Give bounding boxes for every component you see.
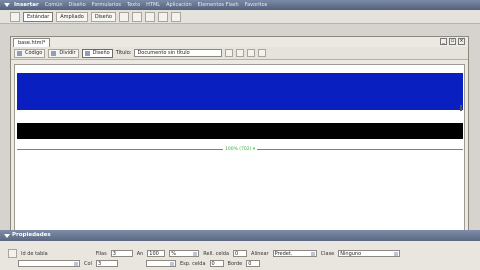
expanded-mode-button[interactable]: Ampliado	[56, 11, 88, 22]
close-icon[interactable]: ×	[458, 38, 465, 45]
insert-tab-flash[interactable]: Elementos Flash	[198, 2, 239, 8]
code-view-label: Código	[25, 50, 43, 56]
document-tab[interactable]: base.html*	[13, 38, 51, 47]
toolbar-gap	[0, 24, 480, 36]
title-input[interactable]: Documento sin título	[134, 49, 223, 57]
document-toolbar: Código Dividir Diseño Título: Documento …	[11, 47, 468, 60]
insert-tab-texto[interactable]: Texto	[127, 2, 140, 8]
file-management-icon[interactable]	[225, 49, 234, 57]
properties-row-1: Id de tabla Filas 3 An 100 % Rell. celda…	[8, 249, 401, 258]
layout-mode-button[interactable]: Diseño	[90, 11, 116, 22]
properties-panel-header[interactable]: Propiedades	[0, 230, 480, 241]
blue-banner-cell[interactable]	[17, 73, 463, 110]
border-field[interactable]: 0	[246, 260, 261, 267]
collapse-arrow-icon[interactable]	[4, 234, 10, 238]
insert-tab-formularios[interactable]: Formularios	[92, 2, 121, 8]
table-width-indicator: 100% (702) ▾	[17, 147, 463, 155]
object-toolbar: Estándar Ampliado Diseño	[0, 10, 480, 24]
border-label: Borde	[227, 260, 243, 267]
properties-title: Propiedades	[12, 232, 51, 238]
title-label: Título:	[115, 50, 132, 56]
table-row-icon[interactable]	[144, 11, 155, 22]
insert-tab-html[interactable]: HTML	[146, 2, 160, 8]
standard-mode-button[interactable]: Estándar	[23, 11, 54, 22]
table-icon	[8, 249, 17, 258]
window-controls: _ ▫ ×	[440, 38, 465, 45]
width-unit-select[interactable]: %	[169, 250, 200, 257]
align-label: Alinear	[251, 250, 269, 257]
properties-panel: Id de tabla Filas 3 An 100 % Rell. celda…	[0, 241, 480, 270]
width-label: An	[136, 250, 144, 257]
split-view-button[interactable]: Dividir	[48, 48, 79, 58]
insert-tab-diseno[interactable]: Diseño	[69, 2, 86, 8]
rows-field[interactable]: 3	[110, 250, 133, 257]
table-id-label: Id de tabla	[21, 250, 48, 257]
split-view-label: Dividir	[59, 50, 76, 56]
cell-padding-field[interactable]: 0	[233, 250, 248, 257]
cell-spacing-field[interactable]: 0	[209, 260, 224, 267]
cell-spacing-label: Esp. celda	[179, 260, 206, 267]
class-label: Clase	[320, 250, 335, 257]
draw-cell-icon[interactable]	[131, 11, 142, 22]
width-field[interactable]: 100	[147, 250, 166, 257]
frameset-icon[interactable]	[170, 11, 181, 22]
view-options-icon[interactable]	[258, 49, 267, 57]
code-icon	[17, 50, 22, 56]
resize-handle[interactable]	[460, 105, 462, 111]
refresh-icon[interactable]	[247, 49, 256, 57]
height-unit-select[interactable]	[145, 260, 176, 267]
table-width-label[interactable]: 100% (702) ▾	[223, 147, 258, 152]
restore-icon[interactable]: ▫	[449, 38, 456, 45]
rows-label: Filas	[95, 250, 107, 257]
insert-tab-comun[interactable]: Común	[45, 2, 63, 8]
code-view-button[interactable]: Código	[14, 48, 46, 58]
align-select[interactable]: Predet.	[272, 250, 317, 257]
split-icon	[51, 50, 57, 56]
table-column-icon[interactable]	[157, 11, 168, 22]
draw-layer-icon[interactable]	[118, 11, 129, 22]
collapse-arrow-icon[interactable]	[4, 3, 10, 7]
insert-panel-title[interactable]: Insertar	[14, 2, 39, 8]
design-view-button[interactable]: Diseño	[81, 48, 113, 58]
cols-label: Col	[84, 260, 92, 267]
black-banner-cell[interactable]	[17, 123, 463, 139]
design-icon	[84, 50, 90, 56]
design-view-label: Diseño	[92, 50, 110, 56]
minimize-icon[interactable]: _	[440, 38, 447, 45]
table-id-select[interactable]	[18, 260, 80, 267]
insert-tab-favoritos[interactable]: Favoritos	[245, 2, 268, 8]
insert-tab-aplicacion[interactable]: Aplicación	[166, 2, 192, 8]
table-icon[interactable]	[10, 11, 20, 22]
cell-padding-label: Rell. celda	[203, 250, 230, 257]
properties-row-2: Col 3 Esp. celda 0 Borde 0	[18, 260, 261, 267]
class-select[interactable]: Ninguno	[338, 250, 401, 257]
cols-field[interactable]: 3	[95, 260, 118, 267]
design-canvas[interactable]: 100% (702) ▾	[14, 64, 465, 244]
insert-panel-bar: Insertar Común Diseño Formularios Texto …	[0, 0, 480, 10]
preview-browser-icon[interactable]	[236, 49, 245, 57]
